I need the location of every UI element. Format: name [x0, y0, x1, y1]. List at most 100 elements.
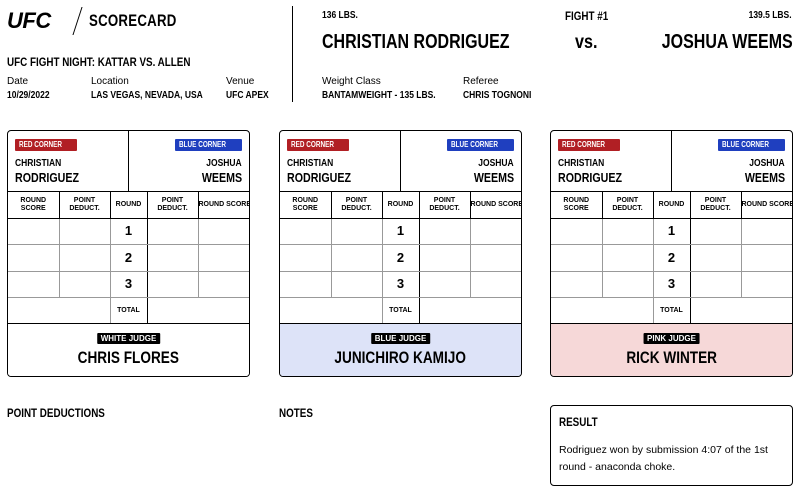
red-deduct-cell[interactable]: [601, 270, 654, 298]
blue-round-score-header: ROUND SCORE: [197, 192, 249, 219]
blue-total-cell[interactable]: [689, 297, 792, 324]
point-deductions-heading: POINT DEDUCTIONS: [7, 406, 105, 420]
blue-last-name: WEEMS: [201, 170, 242, 185]
red-score-cell[interactable]: [280, 244, 332, 272]
blue-score-cell[interactable]: [469, 244, 521, 272]
score-table: ROUND SCORE POINT DEDUCT. ROUND POINT DE…: [551, 192, 792, 324]
red-last-name: RODRIGUEZ: [15, 170, 79, 185]
blue-deduct-cell[interactable]: [418, 217, 471, 245]
red-score-cell[interactable]: [280, 217, 332, 245]
red-score-cell[interactable]: [8, 217, 60, 245]
fighters-header: RED CORNER BLUE CORNER CHRISTIAN RODRIGU…: [551, 131, 792, 192]
header-divider: [292, 6, 293, 102]
ufc-logo: UFC: [7, 8, 51, 33]
round-number: 1: [381, 217, 420, 245]
red-corner-badge: RED CORNER: [558, 139, 620, 151]
blue-round-score-header: ROUND SCORE: [469, 192, 521, 219]
red-score-cell[interactable]: [551, 244, 603, 272]
red-deduct-cell[interactable]: [601, 244, 654, 272]
scorecard-title: SCORECARD: [89, 11, 177, 30]
blue-point-deduct-header: POINT DEDUCT.: [689, 192, 742, 219]
blue-deduct-cell[interactable]: [418, 244, 471, 272]
judge-scorecard: RED CORNER BLUE CORNER CHRISTIAN RODRIGU…: [550, 130, 793, 377]
notes-heading: NOTES: [279, 406, 313, 420]
blue-corner-badge: BLUE CORNER: [175, 139, 242, 151]
red-total-cell[interactable]: [551, 297, 654, 324]
blue-total-cell[interactable]: [146, 297, 249, 324]
blue-round-score-header: ROUND SCORE: [740, 192, 792, 219]
blue-deduct-cell[interactable]: [418, 270, 471, 298]
judge-footer: WHITE JUDGE CHRIS FLORES: [8, 324, 249, 376]
blue-deduct-cell[interactable]: [146, 217, 199, 245]
judge-color-tag: WHITE JUDGE: [96, 333, 161, 344]
blue-first-name: JOSHUA: [749, 158, 785, 169]
weight-class-label: Weight Class: [322, 76, 381, 87]
red-last-name: RODRIGUEZ: [558, 170, 622, 185]
result-box: RESULT Rodriguez won by submission 4:07 …: [550, 405, 793, 486]
red-deduct-cell[interactable]: [330, 270, 383, 298]
judge-name-text: RICK WINTER: [626, 348, 717, 367]
blue-first-name: JOSHUA: [478, 158, 514, 169]
red-round-score-header: ROUND SCORE: [8, 192, 60, 219]
red-deduct-cell[interactable]: [330, 217, 383, 245]
blue-score-cell[interactable]: [197, 270, 249, 298]
red-point-deduct-header: POINT DEDUCT.: [58, 192, 111, 219]
red-weight: 136 LBS.: [322, 10, 358, 21]
red-total-cell[interactable]: [8, 297, 111, 324]
blue-score-cell[interactable]: [469, 270, 521, 298]
round-number: 2: [652, 244, 691, 272]
venue-value: UFC APEX: [226, 90, 269, 101]
blue-deduct-cell[interactable]: [689, 217, 742, 245]
logo-divider: [72, 7, 83, 35]
blue-score-cell[interactable]: [740, 217, 792, 245]
red-deduct-cell[interactable]: [58, 217, 111, 245]
vs-label: vs.: [575, 32, 598, 53]
red-deduct-cell[interactable]: [330, 244, 383, 272]
red-score-cell[interactable]: [280, 270, 332, 298]
blue-deduct-cell[interactable]: [689, 270, 742, 298]
total-label: TOTAL: [109, 297, 148, 324]
red-deduct-cell[interactable]: [58, 270, 111, 298]
blue-point-deduct-header: POINT DEDUCT.: [418, 192, 471, 219]
blue-score-cell[interactable]: [197, 244, 249, 272]
blue-score-cell[interactable]: [469, 217, 521, 245]
blue-deduct-cell[interactable]: [146, 244, 199, 272]
blue-score-cell[interactable]: [197, 217, 249, 245]
red-deduct-cell[interactable]: [601, 217, 654, 245]
judge-name-text: CHRIS FLORES: [77, 348, 180, 367]
corner-divider: [671, 131, 672, 192]
round-number: 3: [109, 270, 148, 298]
red-round-score-header: ROUND SCORE: [280, 192, 332, 219]
blue-score-cell[interactable]: [740, 244, 792, 272]
score-table: ROUND SCORE POINT DEDUCT. ROUND POINT DE…: [280, 192, 521, 324]
blue-deduct-cell[interactable]: [146, 270, 199, 298]
round-header: ROUND: [652, 192, 691, 219]
round-number: 3: [652, 270, 691, 298]
referee-label: Referee: [463, 76, 499, 87]
red-first-name: CHRISTIAN: [287, 158, 334, 169]
judge-footer: BLUE JUDGE JUNICHIRO KAMIJO: [280, 324, 521, 376]
red-score-cell[interactable]: [551, 217, 603, 245]
blue-total-cell[interactable]: [418, 297, 521, 324]
judge-scorecard: RED CORNER BLUE CORNER CHRISTIAN RODRIGU…: [279, 130, 522, 377]
blue-corner-badge: BLUE CORNER: [447, 139, 514, 151]
red-score-cell[interactable]: [8, 244, 60, 272]
corner-divider: [128, 131, 129, 192]
red-total-cell[interactable]: [280, 297, 383, 324]
round-number: 3: [381, 270, 420, 298]
red-first-name: CHRISTIAN: [15, 158, 62, 169]
blue-weight: 139.5 LBS.: [748, 10, 792, 21]
blue-score-cell[interactable]: [740, 270, 792, 298]
red-score-cell[interactable]: [8, 270, 60, 298]
red-point-deduct-header: POINT DEDUCT.: [330, 192, 383, 219]
fighters-header: RED CORNER BLUE CORNER CHRISTIAN RODRIGU…: [8, 131, 249, 192]
blue-last-name: WEEMS: [744, 170, 785, 185]
red-first-name: CHRISTIAN: [558, 158, 605, 169]
judge-footer: PINK JUDGE RICK WINTER: [551, 324, 792, 376]
judge-name: RICK WINTER: [551, 348, 792, 368]
red-deduct-cell[interactable]: [58, 244, 111, 272]
score-table: ROUND SCORE POINT DEDUCT. ROUND POINT DE…: [8, 192, 249, 324]
red-score-cell[interactable]: [551, 270, 603, 298]
fighters-header: RED CORNER BLUE CORNER CHRISTIAN RODRIGU…: [280, 131, 521, 192]
blue-deduct-cell[interactable]: [689, 244, 742, 272]
